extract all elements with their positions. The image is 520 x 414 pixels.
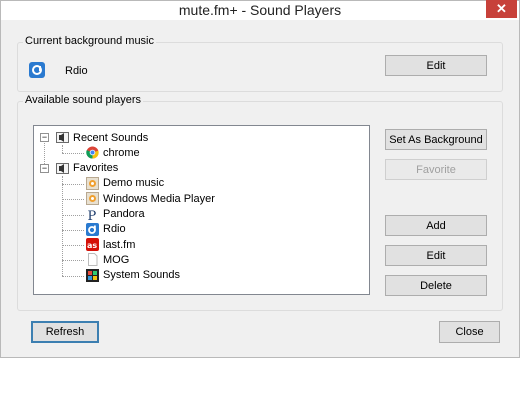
tree-expander-recent-sounds[interactable]: − <box>40 133 49 142</box>
rdio-icon <box>29 62 45 78</box>
tree-node-label: MOG <box>103 253 130 266</box>
tree-branch-connector <box>62 145 63 154</box>
current-music-legend: Current background music <box>23 35 157 47</box>
sound-players-window: mute.fm+ - Sound Players ✕ Current backg… <box>0 0 520 358</box>
svg-text:P: P <box>88 209 97 221</box>
tree-leaf-connector <box>62 245 84 247</box>
windows-icon <box>86 268 99 282</box>
edit-current-button[interactable]: Edit <box>385 55 487 76</box>
tree-node-label: Windows Media Player <box>103 192 215 205</box>
tree-leaf-connector <box>62 275 84 277</box>
tree-node-label: Pandora <box>103 208 145 220</box>
tree-item-node[interactable]: System Sounds <box>86 268 180 283</box>
blank-page-icon <box>86 253 99 267</box>
available-players-legend: Available sound players <box>23 94 143 106</box>
speaker-group-icon <box>56 131 69 144</box>
rdio-icon <box>86 222 99 236</box>
tree-item-node[interactable]: P Pandora <box>86 207 145 222</box>
tree-group-node[interactable]: Favorites <box>56 161 118 176</box>
tree-node-label: System Sounds <box>103 269 181 282</box>
window-title: mute.fm+ - Sound Players <box>178 2 342 18</box>
title-bar: mute.fm+ - Sound Players ✕ <box>1 0 519 20</box>
svg-text:as: as <box>87 241 97 250</box>
tree-node-label: Recent Sounds <box>73 131 149 144</box>
tree-expander-favorites[interactable]: − <box>40 163 49 173</box>
add-button[interactable]: Add <box>385 215 487 236</box>
tree-node-label: Demo music <box>103 177 165 190</box>
tree-leaf-connector <box>62 229 84 231</box>
tree-node-label: Rdio <box>103 223 126 236</box>
lastfm-icon: as <box>86 238 99 252</box>
pandora-icon: P <box>86 207 99 221</box>
tree-node-label: chrome <box>103 146 140 159</box>
tree-leaf-connector <box>62 183 84 185</box>
tree-item-node[interactable]: Windows Media Player <box>86 191 215 206</box>
speaker-group-icon <box>56 162 69 175</box>
tree-leaf-connector <box>62 199 84 201</box>
tree-item-node[interactable]: Rdio <box>86 222 126 237</box>
tree-item-node[interactable]: Demo music <box>86 176 164 191</box>
favorite-button[interactable]: Favorite <box>385 159 487 180</box>
tree-group-node[interactable]: Recent Sounds <box>56 130 148 145</box>
tree-leaf-connector <box>62 260 84 262</box>
tree-item-node[interactable]: chrome <box>86 145 140 160</box>
tree-node-label: Favorites <box>73 162 119 175</box>
set-as-background-button[interactable]: Set As Background <box>385 129 487 150</box>
close-button[interactable]: Close <box>439 321 500 343</box>
chrome-icon <box>86 146 99 159</box>
tree-leaf-connector <box>62 214 84 216</box>
window-close-button[interactable]: ✕ <box>486 0 517 18</box>
delete-button[interactable]: Delete <box>385 275 487 296</box>
current-player-name: Rdio <box>65 65 88 77</box>
tree-node-label: last.fm <box>103 238 136 251</box>
speaker-icon <box>86 192 99 206</box>
sound-players-tree[interactable]: − Recent Sounds chrome − Favorites Demo music… <box>33 125 370 295</box>
edit-player-button[interactable]: Edit <box>385 245 487 266</box>
refresh-button[interactable]: Refresh <box>31 321 99 343</box>
tree-item-node[interactable]: as last.fm <box>86 237 135 252</box>
speaker-icon <box>86 176 99 190</box>
tree-item-node[interactable]: MOG <box>86 252 129 267</box>
tree-leaf-connector <box>62 153 84 155</box>
